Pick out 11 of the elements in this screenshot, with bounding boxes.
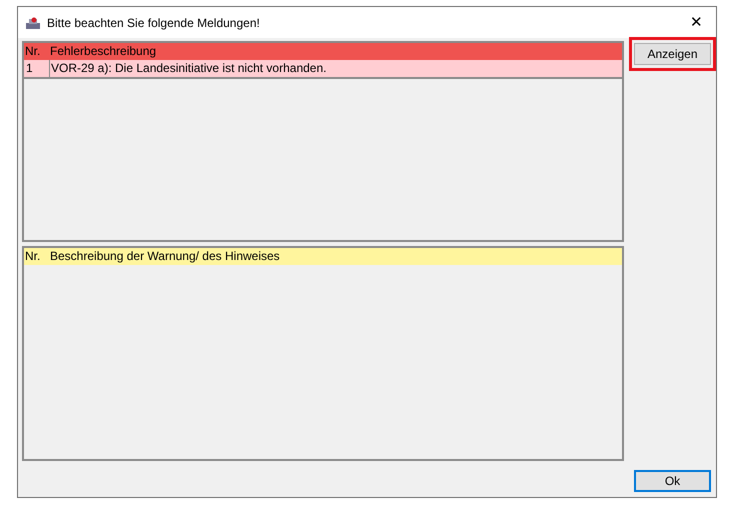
show-button[interactable]: Anzeigen <box>634 43 711 65</box>
column-header: Nr. <box>24 248 42 265</box>
app-icon <box>25 14 41 30</box>
column-header: Fehlerbeschreibung <box>50 43 156 60</box>
table-cell: VOR-29 a): Die Landesinitiative ist nicht vorhanden. <box>50 60 326 77</box>
table-cell: 1 <box>24 60 50 77</box>
column-header: Beschreibung der Warnung/ des Hinweises <box>50 248 280 265</box>
column-header: Nr. <box>24 43 42 60</box>
window-title: Bitte beachten Sie folgende Meldungen! <box>47 14 261 32</box>
close-button[interactable]: ✕ <box>684 15 709 30</box>
ok-button[interactable]: Ok <box>634 470 711 492</box>
